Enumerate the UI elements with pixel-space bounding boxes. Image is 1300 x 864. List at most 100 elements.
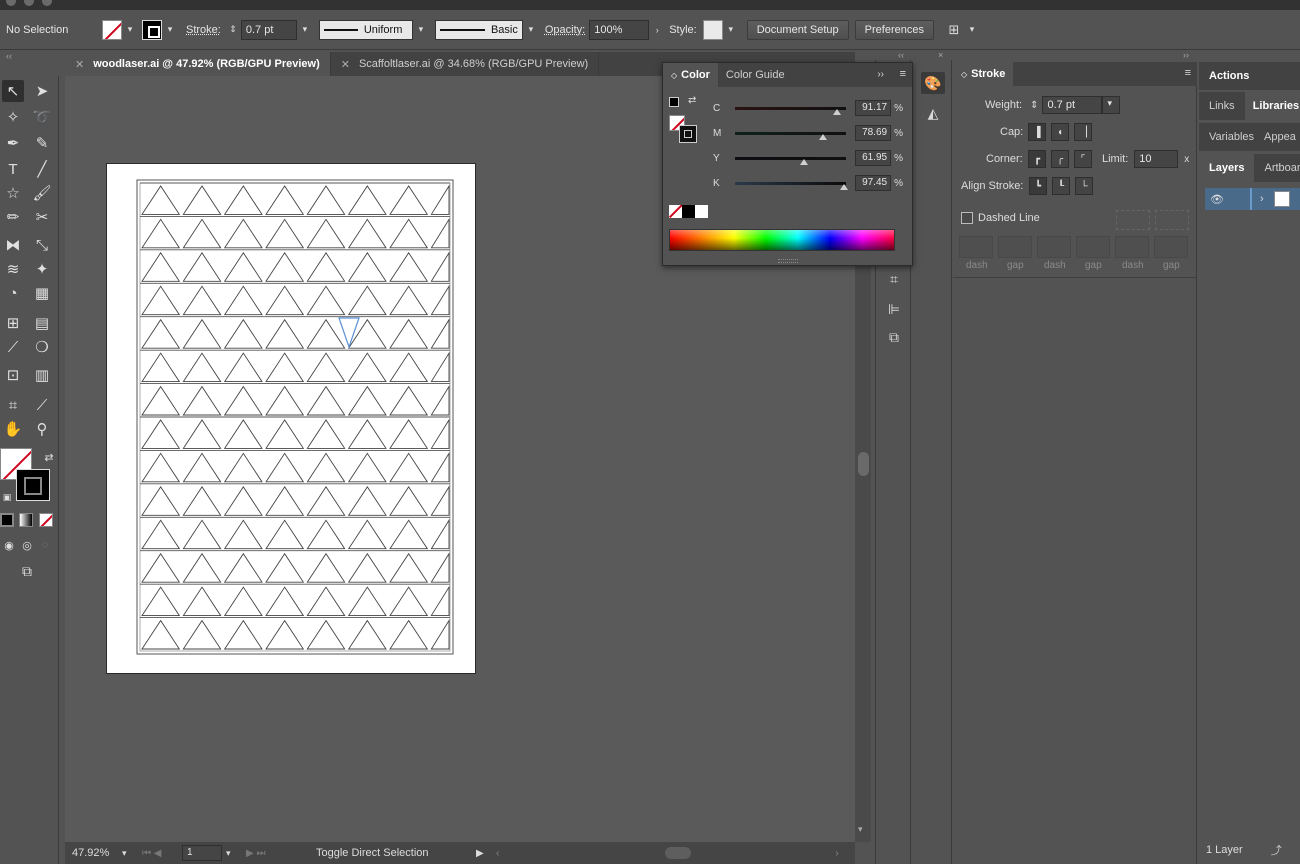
- arrange-chevron-icon[interactable]: ▾: [964, 19, 980, 41]
- stroke-weight-field[interactable]: 0.7 pt: [240, 19, 297, 40]
- document-setup-button[interactable]: Document Setup: [746, 19, 849, 40]
- shape-builder-tool-icon[interactable]: ◔: [2, 282, 24, 304]
- slider-value[interactable]: 61.95: [855, 150, 892, 166]
- direct-selection-tool-icon[interactable]: ➤: [31, 80, 53, 102]
- gap-field-1[interactable]: [998, 236, 1032, 258]
- black-slider[interactable]: K 97.45 %: [713, 174, 903, 192]
- magenta-slider[interactable]: M 78.69 %: [713, 124, 903, 142]
- blend-tool-icon[interactable]: ❍: [31, 336, 53, 358]
- lasso-tool-icon[interactable]: ➰: [31, 106, 53, 128]
- zoom-chevron-icon[interactable]: ▾: [122, 848, 142, 859]
- panel-expand-arrows-icon[interactable]: ››: [877, 69, 884, 80]
- slider-track[interactable]: [734, 181, 849, 190]
- tab-scaffoltlaser[interactable]: ✕ Scaffoltlaser.ai @ 34.68% (RGB/GPU Pre…: [331, 52, 600, 76]
- color-mode-icon[interactable]: [0, 513, 14, 527]
- dash-field-2[interactable]: [1037, 236, 1071, 258]
- triangle-grid-artwork[interactable]: [107, 164, 477, 675]
- reflect-tool-icon[interactable]: ⧓: [2, 234, 24, 256]
- slider-value[interactable]: 91.17: [855, 100, 892, 116]
- preferences-button[interactable]: Preferences: [854, 19, 934, 40]
- slice-tool-icon[interactable]: ⟋: [31, 394, 53, 416]
- slider-track[interactable]: [734, 131, 847, 140]
- slider-track[interactable]: [734, 156, 847, 165]
- line-tool-icon[interactable]: ╱: [31, 158, 53, 180]
- artboard-chevron-icon[interactable]: ▾: [226, 848, 242, 859]
- transform-icon[interactable]: ⌗: [882, 268, 906, 290]
- panel-resize-grip[interactable]: [778, 259, 798, 263]
- weight-field[interactable]: 0.7 pt: [1042, 96, 1103, 114]
- align-outside-icon[interactable]: └: [1075, 177, 1093, 195]
- weight-stepper-icon[interactable]: ⇕: [1030, 100, 1038, 111]
- style-chevron-icon[interactable]: ▾: [723, 19, 739, 41]
- magic-wand-tool-icon[interactable]: ✧: [2, 106, 24, 128]
- curvature-tool-icon[interactable]: ✎: [31, 132, 53, 154]
- limit-field[interactable]: 10: [1134, 150, 1179, 168]
- opacity-arrow-icon[interactable]: ›: [649, 19, 665, 41]
- status-menu-arrow-icon[interactable]: ▶: [476, 848, 496, 859]
- dash-preserve-icon[interactable]: [1116, 210, 1150, 230]
- profile-chevron-icon[interactable]: ▾: [413, 19, 429, 41]
- scale-tool-icon[interactable]: ⤡: [31, 234, 53, 256]
- next-last-artboard-icon[interactable]: ▶ ⏭: [246, 848, 286, 859]
- hscroll-left-icon[interactable]: ‹: [496, 848, 499, 859]
- brush-chevron-icon[interactable]: ▾: [523, 19, 539, 41]
- slider-value[interactable]: 78.69: [855, 125, 892, 141]
- cyan-slider[interactable]: C 91.17 %: [713, 99, 903, 117]
- stroke-color-box[interactable]: [16, 469, 50, 501]
- align-center-icon[interactable]: ┗: [1029, 177, 1047, 195]
- round-join-icon[interactable]: ╭: [1051, 150, 1069, 168]
- tab-appearance[interactable]: Appea: [1264, 123, 1300, 151]
- slider-track[interactable]: [734, 106, 847, 115]
- screen-mode-icon[interactable]: ⧉: [16, 560, 38, 582]
- hand-tool-icon[interactable]: ✋: [2, 418, 24, 440]
- artboard-number-field[interactable]: 1: [182, 845, 222, 861]
- star-tool-icon[interactable]: ☆: [2, 182, 24, 204]
- window-close-icon[interactable]: [6, 0, 16, 6]
- slider-knob[interactable]: [800, 158, 809, 165]
- panel-menu-icon[interactable]: ≡: [900, 68, 906, 80]
- first-prev-artboard-icon[interactable]: ⏮ ◀: [142, 848, 182, 859]
- slider-knob[interactable]: [832, 108, 841, 115]
- artboard[interactable]: [106, 163, 476, 674]
- window-minimize-icon[interactable]: [24, 0, 34, 6]
- window-zoom-icon[interactable]: [42, 0, 52, 6]
- stroke-indicator[interactable]: [679, 125, 697, 143]
- pen-tool-icon[interactable]: ✒: [2, 132, 24, 154]
- default-fill-stroke-icon[interactable]: ▣: [0, 486, 18, 508]
- stroke-dropdown-chevron-icon[interactable]: ▾: [162, 19, 178, 41]
- scissors-tool-icon[interactable]: ✂: [31, 206, 53, 228]
- variable-width-profile[interactable]: Uniform: [318, 19, 413, 40]
- stroke-label[interactable]: Stroke:: [186, 24, 221, 36]
- projecting-cap-icon[interactable]: ▕: [1074, 123, 1092, 141]
- gradient-tool-icon[interactable]: ▤: [31, 312, 53, 334]
- color-guide-icon[interactable]: ◭: [921, 102, 945, 124]
- zoom-tool-icon[interactable]: ⚲: [31, 418, 53, 440]
- dash-field-1[interactable]: [959, 236, 993, 258]
- hscroll-right-icon[interactable]: ›: [835, 848, 838, 859]
- brush-definition[interactable]: Basic: [434, 19, 523, 40]
- color-spectrum-bar[interactable]: [669, 229, 895, 251]
- tab-variables[interactable]: Variables: [1199, 123, 1264, 151]
- slider-value[interactable]: 97.45: [855, 175, 892, 191]
- dash-field-3[interactable]: [1115, 236, 1149, 258]
- panel-menu-icon[interactable]: ≡: [1185, 67, 1191, 79]
- align-inside-icon[interactable]: ┖: [1052, 177, 1070, 195]
- stroke-swatch[interactable]: [142, 19, 162, 40]
- tab-layers[interactable]: Layers: [1199, 154, 1255, 182]
- tab-links[interactable]: Links: [1199, 92, 1245, 120]
- tab-artboards[interactable]: Artboar: [1254, 154, 1300, 182]
- column-graph-tool-icon[interactable]: ▥: [31, 364, 53, 386]
- gradient-mode-icon[interactable]: [19, 513, 33, 527]
- hscroll-thumb[interactable]: [665, 847, 692, 859]
- toolbar-collapse-icon[interactable]: ‹‹: [6, 51, 12, 61]
- tab-color-guide[interactable]: Color Guide: [718, 63, 793, 87]
- none-mode-icon[interactable]: [39, 513, 53, 527]
- close-tab-icon[interactable]: ✕: [341, 58, 350, 71]
- puppet-warp-tool-icon[interactable]: ✦: [31, 258, 53, 280]
- selection-tool-icon[interactable]: ↖: [2, 80, 24, 102]
- expand-layer-chevron-icon[interactable]: ›: [1260, 193, 1264, 205]
- miter-join-icon[interactable]: ┏: [1028, 150, 1046, 168]
- white-swatch[interactable]: [695, 205, 708, 218]
- scrollbar-thumb[interactable]: [858, 452, 869, 476]
- tab-stroke[interactable]: ◇ Stroke: [953, 62, 1014, 86]
